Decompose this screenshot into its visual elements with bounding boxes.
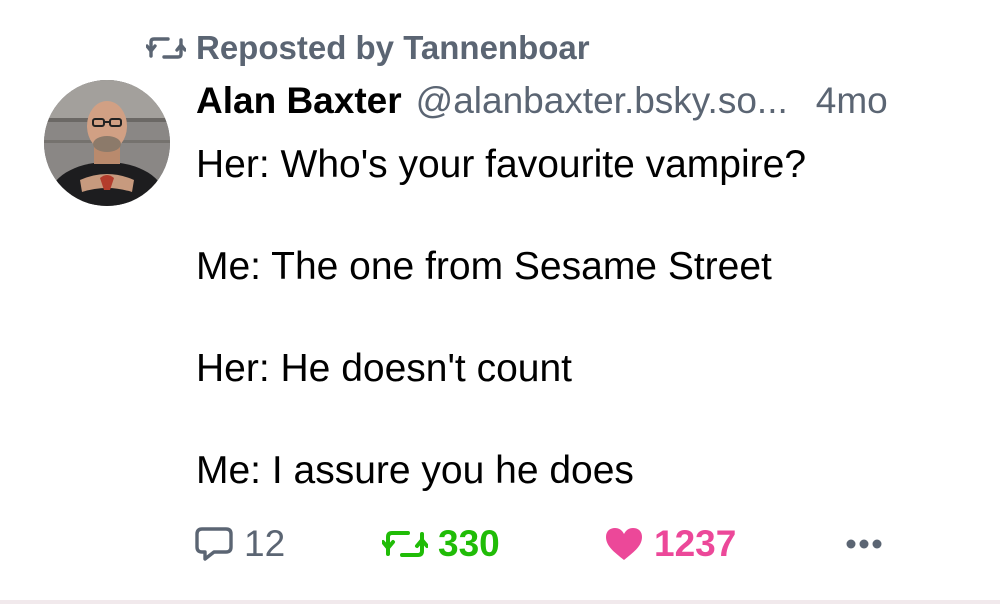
like-button[interactable]: 1237 (604, 520, 736, 568)
feed-divider (0, 600, 1000, 604)
post-text: Her: Who's your favourite vampire? Me: T… (196, 140, 976, 548)
avatar[interactable] (44, 80, 170, 206)
repost-icon (382, 527, 428, 561)
author-handle[interactable]: @alanbaxter.bsky.so... (416, 80, 788, 122)
heart-icon (604, 526, 644, 562)
more-icon (844, 537, 884, 551)
post-line: Me: The one from Sesame Street (196, 245, 772, 288)
feed-post[interactable]: Reposted by Tannenboar Alan Baxter @alan… (0, 0, 1000, 600)
repost-count: 330 (438, 523, 500, 564)
more-options-button[interactable] (844, 520, 884, 568)
reply-button[interactable]: 12 (194, 520, 285, 568)
reply-icon (194, 525, 234, 563)
post-line: Her: He doesn't count (196, 347, 572, 390)
repost-indicator[interactable]: Reposted by Tannenboar (146, 26, 590, 70)
post-header: Alan Baxter @alanbaxter.bsky.so... 4mo (196, 80, 976, 128)
post-timestamp[interactable]: 4mo (816, 80, 888, 122)
repost-button[interactable]: 330 (382, 520, 500, 568)
reply-count: 12 (244, 523, 286, 564)
repost-icon (146, 34, 186, 62)
post-line: Her: Who's your favourite vampire? (196, 143, 807, 186)
author-name[interactable]: Alan Baxter (196, 80, 402, 122)
like-count: 1237 (654, 523, 737, 564)
post-actions: 12 330 1237 (192, 520, 892, 568)
repost-label: Reposted by Tannenboar (196, 29, 590, 66)
post-line: Me: I assure you he does (196, 449, 634, 492)
